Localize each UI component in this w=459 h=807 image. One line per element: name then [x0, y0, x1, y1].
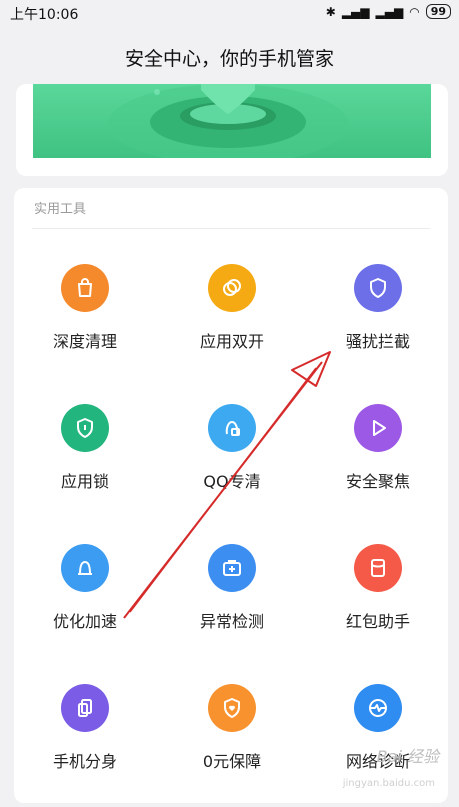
signal-icon-2: ▂▄▆ [375, 4, 404, 19]
watermark: Bai 经验 [376, 747, 439, 766]
status-icons: ✱ ▂▄▆ ▂▄▆ ◠ 99 [326, 4, 451, 19]
tool-label: 手机分身 [52, 752, 117, 771]
shield-illustration-icon [108, 84, 348, 158]
bell-boost-icon [61, 544, 109, 592]
tool-label: 应用锁 [60, 472, 109, 491]
heart-shield-icon [208, 684, 256, 732]
status-time: 上午10:06 [10, 7, 79, 23]
tool-label: 0元保障 [202, 752, 262, 771]
watermark-url: jingyan.baidu.com [342, 778, 435, 789]
red-packet-icon [354, 544, 402, 592]
tool-label: 骚扰拦截 [345, 332, 410, 351]
signal-icon: ▂▄▆ [341, 4, 370, 19]
tool-label: 应用双开 [199, 332, 264, 351]
tool-harassment-block[interactable]: 骚扰拦截 [308, 264, 448, 352]
app-lock-shield-icon [61, 404, 109, 452]
tool-label: 深度清理 [52, 332, 117, 351]
battery-indicator: 99 [425, 4, 451, 19]
tool-optimize-speed[interactable]: 优化加速 [15, 544, 155, 632]
play-triangle-icon [354, 404, 402, 452]
wifi-icon: ◠ [409, 4, 420, 19]
tool-red-packet[interactable]: 红包助手 [308, 544, 448, 632]
section-title: 实用工具 [34, 202, 87, 217]
tool-label: 红包助手 [345, 612, 410, 631]
dual-app-icon [208, 264, 256, 312]
qq-clean-icon [208, 404, 256, 452]
tool-label: QQ专清 [203, 472, 261, 491]
bluetooth-icon: ✱ [325, 4, 336, 19]
divider [32, 228, 430, 229]
phone-clone-icon [61, 684, 109, 732]
page-title: 安全中心，你的手机管家 [124, 48, 334, 70]
tool-qq-clean[interactable]: QQ专清 [162, 404, 302, 492]
tool-security-focus[interactable]: 安全聚焦 [308, 404, 448, 492]
cleanup-bag-icon [61, 264, 109, 312]
medical-kit-icon [208, 544, 256, 592]
tool-zero-insurance[interactable]: 0元保障 [162, 684, 302, 772]
tool-anomaly-check[interactable]: 异常检测 [162, 544, 302, 632]
tool-phone-clone[interactable]: 手机分身 [15, 684, 155, 772]
tool-label: 异常检测 [199, 612, 264, 631]
tool-label: 优化加速 [52, 612, 117, 631]
security-banner[interactable] [33, 84, 431, 158]
tool-deep-clean[interactable]: 深度清理 [15, 264, 155, 352]
tool-dual-app[interactable]: 应用双开 [162, 264, 302, 352]
banner-card[interactable] [16, 84, 448, 176]
tool-label: 安全聚焦 [345, 472, 410, 491]
status-bar: 上午10:06 ✱ ▂▄▆ ▂▄▆ ◠ 99 [0, 0, 459, 26]
tool-app-lock[interactable]: 应用锁 [15, 404, 155, 492]
network-wave-icon [354, 684, 402, 732]
tools-card: 实用工具 深度清理 应用双开 骚扰拦截 应用锁 QQ专清 安全聚焦 优化加速 异… [14, 188, 448, 803]
shield-icon [354, 264, 402, 312]
